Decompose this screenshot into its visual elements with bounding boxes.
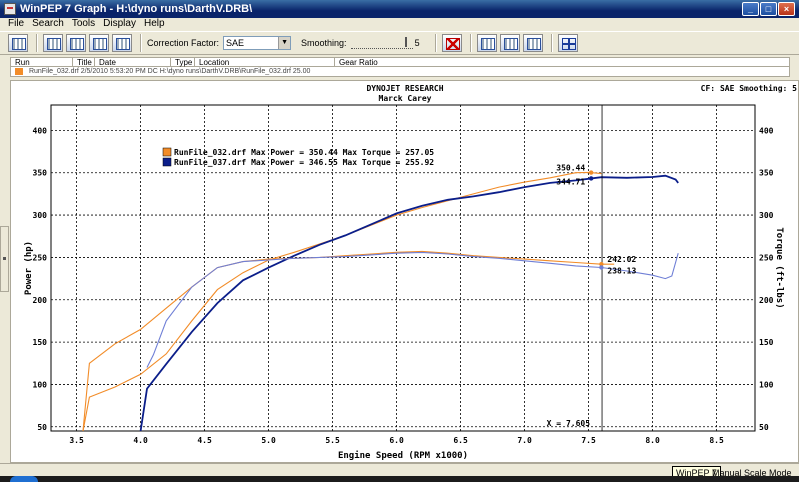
minimize-button[interactable]: _: [742, 2, 759, 16]
correction-factor-select[interactable]: SAE ▼: [223, 36, 292, 50]
run-list-button[interactable]: [8, 34, 28, 52]
y2-tick-label: 400: [759, 126, 774, 135]
smoothing-slider[interactable]: [350, 37, 413, 49]
y-tick-label: 100: [33, 380, 48, 389]
column-run[interactable]: Run: [11, 58, 73, 67]
side-panel-toggle[interactable]: [0, 226, 9, 292]
legend-swatch: [162, 147, 172, 157]
cursor-value-label: 344.71: [556, 177, 585, 186]
legend-label: RunFile_037.drf Max Power = 346.55 Max T…: [174, 157, 434, 167]
run-color-swatch: [15, 67, 23, 75]
smoothing-label: Smoothing:: [301, 38, 347, 48]
column-location[interactable]: Location: [195, 58, 335, 67]
x-tick-label: 6.5: [453, 436, 468, 445]
toolbar-separator: [469, 34, 472, 52]
legend-swatch: [162, 157, 172, 167]
y-tick-label: 300: [33, 211, 48, 220]
y-tick-label: 400: [33, 126, 48, 135]
toolbar: Correction Factor: SAE ▼ Smoothing: 5: [0, 31, 799, 55]
print-graph-button[interactable]: [522, 34, 543, 52]
x-tick-label: 5.0: [261, 436, 276, 445]
graph-button[interactable]: [43, 34, 63, 52]
graph-overlay-button[interactable]: [66, 34, 86, 52]
chevron-down-icon[interactable]: ▼: [278, 37, 291, 49]
y2-tick-label: 100: [759, 380, 774, 389]
y-axis-title: Power (hp): [24, 241, 34, 295]
y-tick-label: 350: [33, 169, 48, 178]
graph-header-title: DYNOJET RESEARCH: [366, 84, 443, 93]
cursor-value-label: 350.44: [556, 164, 585, 173]
cursor-marker: [588, 170, 594, 175]
cursor-marker: [588, 176, 594, 181]
y2-tick-label: 300: [759, 211, 774, 220]
run-table-header: Run Title Date Type Location Gear Ratio: [10, 57, 790, 67]
menu-tools[interactable]: Tools: [72, 18, 95, 30]
menu-bar: File Search Tools Display Help: [0, 18, 799, 30]
x-tick-label: 8.0: [645, 436, 660, 445]
title-bar[interactable]: WinPEP 7 Graph - H:\dyno runs\DarthV.DRB…: [0, 0, 799, 18]
x-tick-label: 3.5: [69, 436, 84, 445]
column-type[interactable]: Type: [171, 58, 195, 67]
x-tick-label: 6.0: [389, 436, 404, 445]
graph-header-subtitle: Marck Carey: [379, 94, 432, 103]
menu-search[interactable]: Search: [32, 18, 64, 30]
cursor-value-label: 242.02: [607, 255, 636, 264]
app-icon: [4, 3, 16, 15]
cursor-x-label: X = 7.605: [547, 419, 591, 428]
dyno-graph[interactable]: DYNOJET RESEARCH Marck Carey CF: SAE Smoot…: [10, 80, 799, 463]
cursor-marker: [599, 265, 604, 270]
x-tick-label: 7.0: [517, 436, 532, 445]
x-axis-title: Engine Speed (RPM x1000): [338, 450, 468, 461]
legend-label: RunFile_032.drf Max Power = 350.44 Max T…: [174, 147, 434, 157]
y2-tick-label: 350: [759, 169, 774, 178]
graph-options-button[interactable]: [112, 34, 132, 52]
taskbar: [0, 476, 799, 482]
graph-table-button[interactable]: [89, 34, 109, 52]
x-tick-label: 4.0: [133, 436, 148, 445]
y-tick-label: 150: [33, 338, 48, 347]
column-title[interactable]: Title: [73, 58, 95, 67]
chart-svg: DYNOJET RESEARCHMarck Carey CF: SAE Smoot…: [24, 83, 798, 461]
toolbar-separator: [140, 34, 142, 52]
cursor-value-label: 238.13: [607, 266, 636, 275]
zoom-button[interactable]: [476, 34, 497, 52]
maximize-button[interactable]: □: [760, 2, 777, 16]
y-tick-label: 250: [33, 253, 48, 262]
y-tick-label: 50: [37, 423, 47, 432]
x-tick-label: 8.5: [709, 436, 724, 445]
toolbar-separator: [550, 34, 553, 52]
y2-tick-label: 150: [759, 338, 774, 347]
x-tick-label: 7.5: [581, 436, 596, 445]
y2-tick-label: 250: [759, 253, 774, 262]
y2-tick-label: 50: [759, 423, 769, 432]
start-button[interactable]: [10, 476, 38, 482]
menu-file[interactable]: File: [8, 18, 24, 30]
y2-tick-label: 200: [759, 296, 774, 305]
y-tick-label: 200: [33, 296, 48, 305]
x-tick-label: 4.5: [197, 436, 212, 445]
toolbar-separator: [434, 34, 437, 52]
correction-factor-label: Correction Factor:: [147, 38, 220, 48]
window-title: WinPEP 7 Graph - H:\dyno runs\DarthV.DRB…: [20, 3, 253, 15]
y2-axis-title: Torque (ft-lbs): [774, 227, 784, 308]
close-button[interactable]: ×: [778, 2, 795, 16]
app-window: WinPEP 7 Graph - H:\dyno runs\DarthV.DRB…: [0, 0, 799, 482]
clear-graph-button[interactable]: [441, 34, 462, 52]
correction-factor-value: SAE: [226, 38, 245, 48]
window-controls: _ □ ×: [742, 2, 795, 16]
table-row-text: RunFile_032.drf 2/5/2010 5:53:20 PM DC H…: [28, 68, 311, 75]
x-tick-label: 5.5: [325, 436, 340, 445]
table-row[interactable]: RunFile_032.drf 2/5/2010 5:53:20 PM DC H…: [10, 67, 790, 77]
graph-header-right: CF: SAE Smoothing: 5: [701, 83, 798, 93]
column-date[interactable]: Date: [95, 58, 171, 67]
pan-button[interactable]: [499, 34, 520, 52]
menu-help[interactable]: Help: [144, 18, 165, 30]
menu-display[interactable]: Display: [103, 18, 136, 30]
column-gear-ratio[interactable]: Gear Ratio: [335, 58, 385, 67]
cursor-button[interactable]: [557, 34, 578, 52]
toolbar-separator: [36, 34, 38, 52]
smoothing-value: 5: [414, 38, 420, 48]
